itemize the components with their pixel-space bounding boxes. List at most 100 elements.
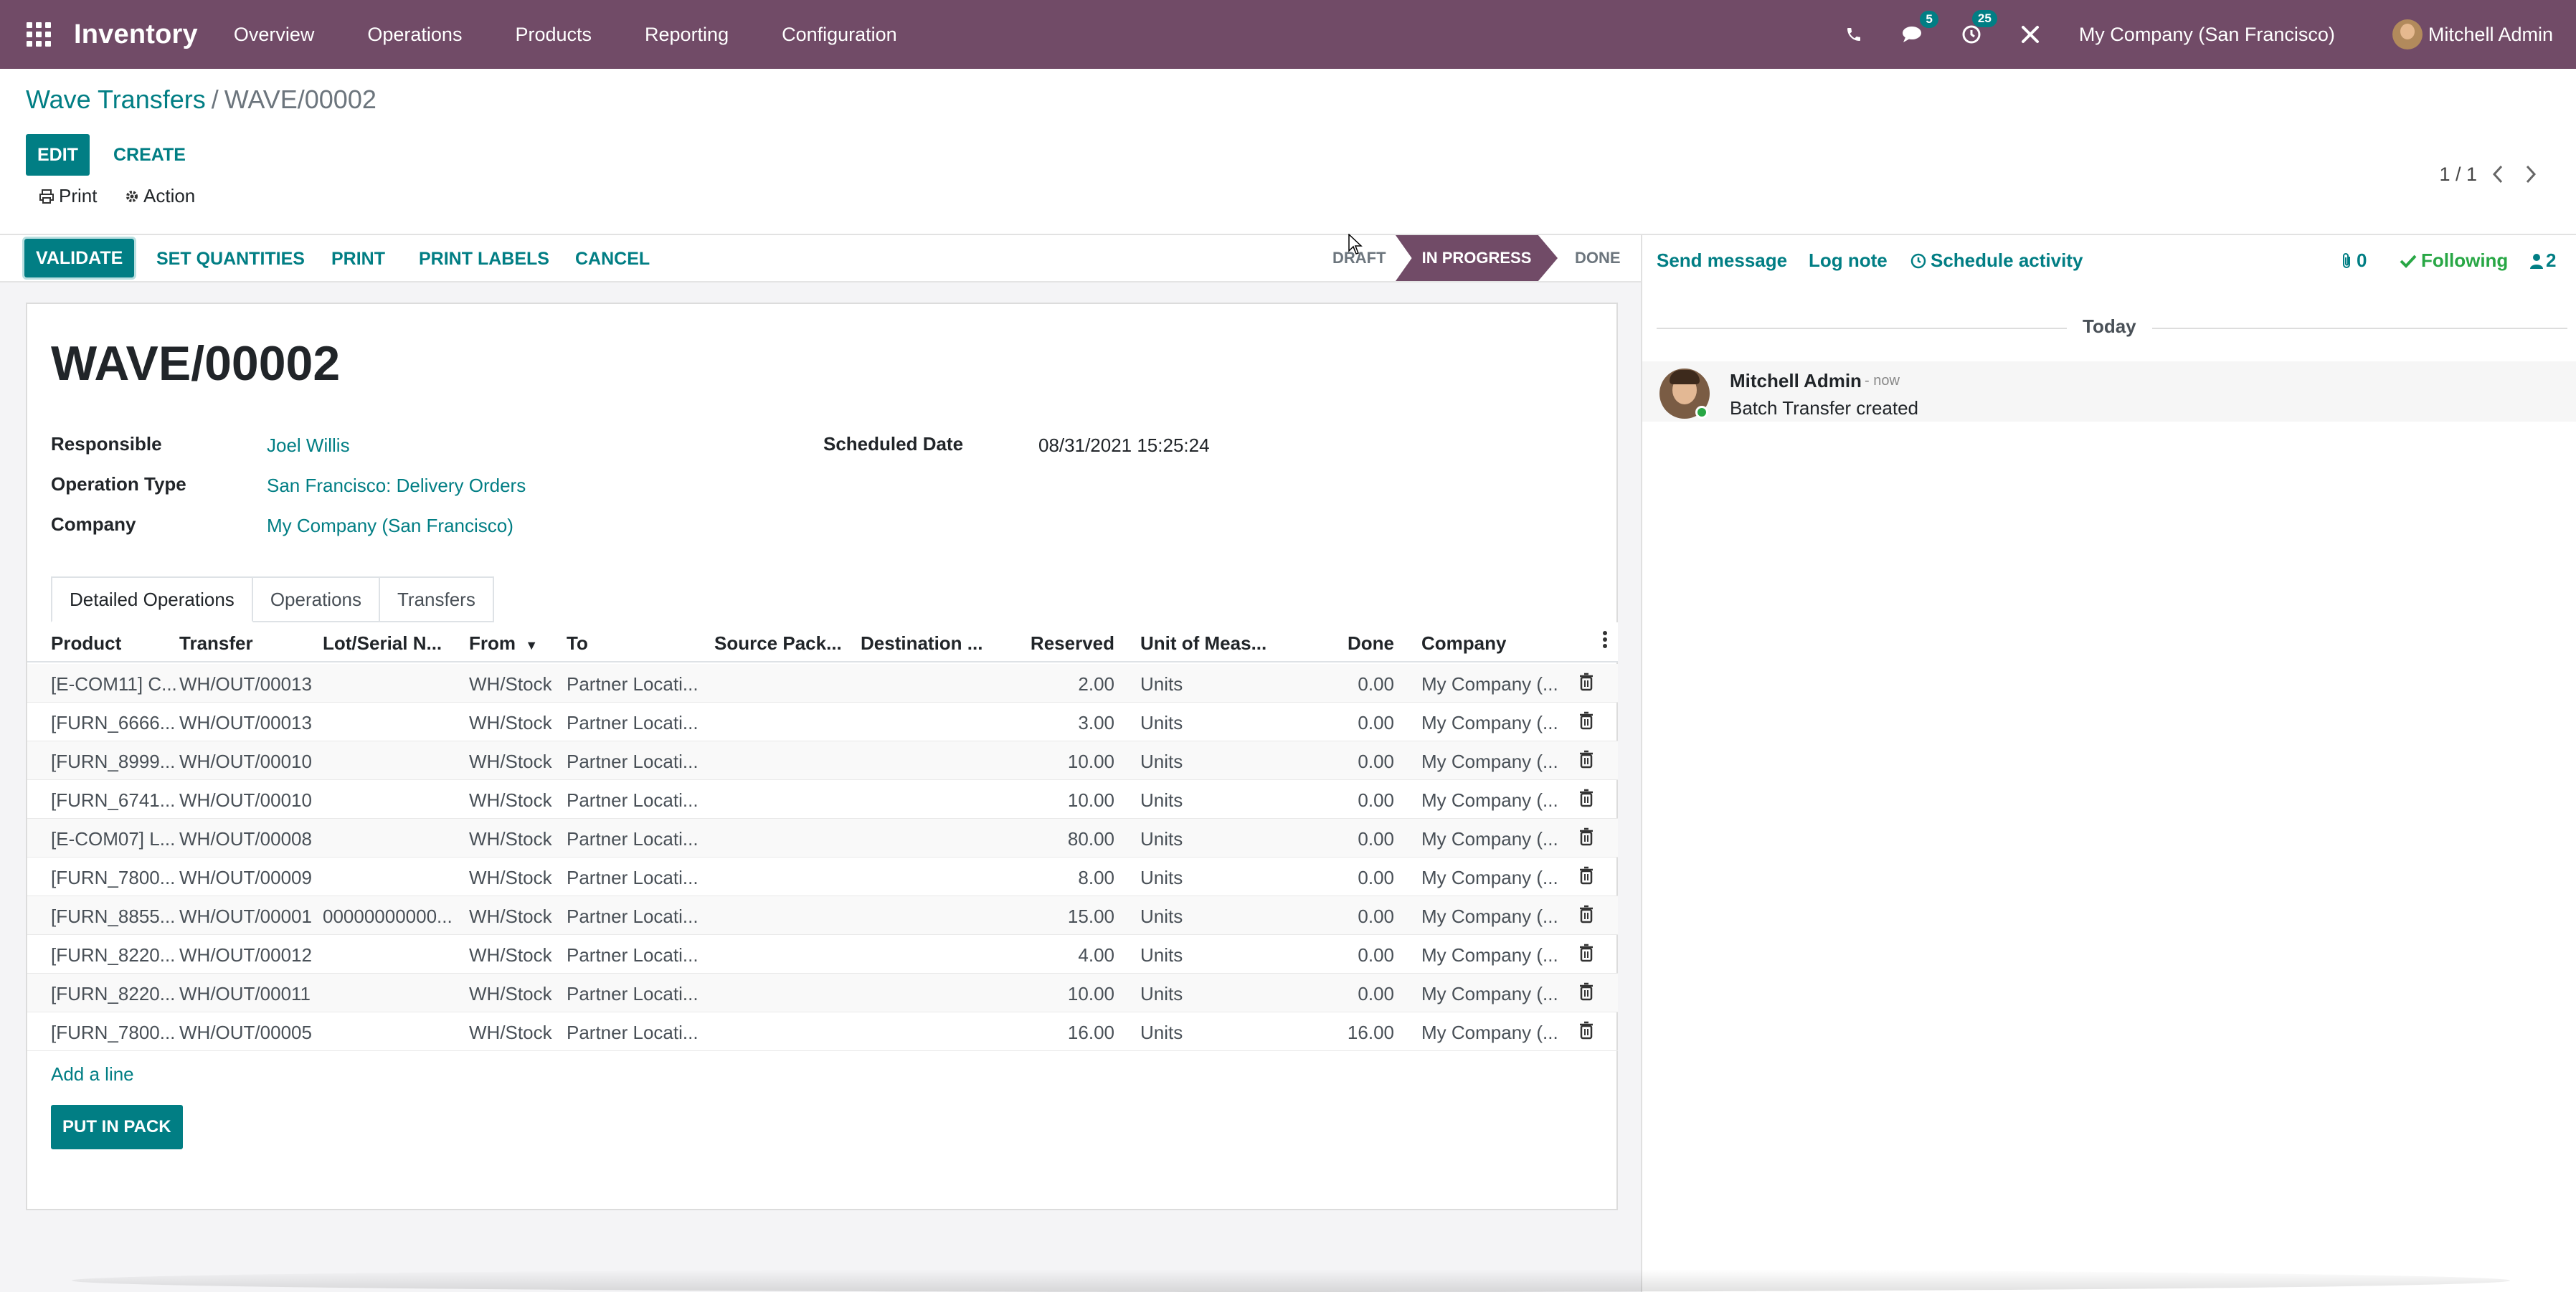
- column-uom[interactable]: Unit of Meas...: [1140, 632, 1266, 655]
- cancel-button[interactable]: CANCEL: [568, 238, 657, 280]
- trash-icon[interactable]: [1579, 750, 1594, 774]
- trash-icon[interactable]: [1579, 711, 1594, 735]
- print-dropdown[interactable]: Print: [39, 185, 97, 207]
- cell-to: Partner Locati...: [567, 673, 699, 695]
- add-line-link[interactable]: Add a line: [51, 1063, 134, 1086]
- column-done[interactable]: Done: [1304, 632, 1394, 655]
- trash-icon[interactable]: [1579, 905, 1594, 928]
- cell-transfer: WH/OUT/00001: [179, 906, 312, 927]
- message-author[interactable]: Mitchell Admin: [1730, 370, 1862, 392]
- top-navbar: Inventory Overview Operations Products R…: [0, 0, 2576, 69]
- stage-done[interactable]: DONE: [1575, 235, 1621, 281]
- column-transfer[interactable]: Transfer: [179, 632, 253, 655]
- schedule-activity-button[interactable]: Schedule activity: [1910, 250, 2083, 272]
- column-product[interactable]: Product: [51, 632, 121, 655]
- followers-button[interactable]: 2: [2530, 250, 2556, 272]
- validate-button[interactable]: VALIDATE: [22, 237, 137, 280]
- status-bar: VALIDATE SET QUANTITIES PRINT PRINT LABE…: [0, 235, 1641, 282]
- pager-next-icon[interactable]: [2523, 163, 2539, 189]
- tab-transfers[interactable]: Transfers: [380, 576, 494, 622]
- print-labels-button[interactable]: PRINT LABELS: [412, 238, 557, 280]
- cell-from: WH/Stock: [469, 1022, 552, 1043]
- trash-icon[interactable]: [1579, 789, 1594, 812]
- following-button[interactable]: Following: [2400, 250, 2508, 272]
- trash-icon[interactable]: [1579, 866, 1594, 890]
- responsible-field[interactable]: Joel Willis: [267, 434, 350, 457]
- cell-reserved: 3.00: [1078, 712, 1114, 733]
- menu-operations[interactable]: Operations: [367, 24, 462, 46]
- column-source-pack[interactable]: Source Pack...: [714, 632, 842, 655]
- cell-to: Partner Locati...: [567, 712, 699, 733]
- breadcrumb-parent[interactable]: Wave Transfers: [26, 85, 206, 114]
- menu-reporting[interactable]: Reporting: [645, 24, 729, 46]
- table-row[interactable]: [FURN_7800... WH/OUT/00005 WH/Stock Partner…: [27, 1012, 1618, 1051]
- attachments-button[interactable]: 0: [2341, 250, 2367, 272]
- action-dropdown[interactable]: Action: [125, 185, 195, 207]
- cell-company: My Company (...: [1421, 867, 1558, 888]
- table-row[interactable]: [FURN_6741... WH/OUT/00010 WH/Stock Partner…: [27, 780, 1618, 819]
- cell-product: [FURN_8220...: [51, 944, 176, 966]
- chat-icon[interactable]: 5: [1901, 11, 1938, 44]
- cell-transfer: WH/OUT/00010: [179, 751, 312, 772]
- send-message-button[interactable]: Send message: [1657, 250, 1787, 272]
- cell-from: WH/Stock: [469, 789, 552, 811]
- trash-icon[interactable]: [1579, 673, 1594, 696]
- column-from[interactable]: From ▼: [469, 632, 538, 655]
- cell-from: WH/Stock: [469, 983, 552, 1004]
- table-row[interactable]: [FURN_8999... WH/OUT/00010 WH/Stock Partner…: [27, 741, 1618, 780]
- app-brand[interactable]: Inventory: [74, 19, 198, 50]
- breadcrumb-current: WAVE/00002: [224, 85, 377, 114]
- menu-overview[interactable]: Overview: [234, 24, 315, 46]
- phone-icon[interactable]: [1845, 26, 1862, 43]
- cell-from: WH/Stock: [469, 828, 552, 850]
- trash-icon[interactable]: [1579, 944, 1594, 967]
- operation-type-field[interactable]: San Francisco: Delivery Orders: [267, 475, 526, 497]
- print-button[interactable]: PRINT: [324, 238, 392, 280]
- log-note-button[interactable]: Log note: [1809, 250, 1888, 272]
- column-to[interactable]: To: [567, 632, 588, 655]
- menu-configuration[interactable]: Configuration: [782, 24, 897, 46]
- trash-icon[interactable]: [1579, 1021, 1594, 1045]
- column-destination[interactable]: Destination ...: [861, 632, 982, 655]
- set-quantities-button[interactable]: SET QUANTITIES: [149, 238, 312, 280]
- column-reserved[interactable]: Reserved: [1003, 632, 1114, 655]
- user-menu[interactable]: Mitchell Admin: [2392, 19, 2553, 49]
- table-row[interactable]: [FURN_8855... WH/OUT/00001 00000000000... W…: [27, 896, 1618, 935]
- table-row[interactable]: [E-COM07] L... WH/OUT/00008 WH/Stock Partne…: [27, 819, 1618, 858]
- followers-count: 2: [2546, 250, 2557, 271]
- cell-uom: Units: [1140, 867, 1183, 888]
- menu-products[interactable]: Products: [515, 24, 592, 46]
- pager-value[interactable]: 1 / 1: [2439, 163, 2477, 186]
- company-field[interactable]: My Company (San Francisco): [267, 515, 513, 537]
- cell-transfer: WH/OUT/00005: [179, 1022, 312, 1043]
- trash-icon[interactable]: [1579, 827, 1594, 851]
- put-in-pack-button[interactable]: PUT IN PACK: [51, 1105, 183, 1149]
- table-row[interactable]: [E-COM11] C... WH/OUT/00013 WH/Stock Partne…: [27, 664, 1618, 703]
- table-row[interactable]: [FURN_7800... WH/OUT/00009 WH/Stock Partner…: [27, 858, 1618, 896]
- scheduled-date-field[interactable]: 08/31/2021 15:25:24: [1038, 434, 1210, 457]
- pager-previous-icon[interactable]: [2490, 163, 2506, 189]
- window-bottom-shadow: [72, 1269, 2510, 1292]
- user-icon: [2530, 253, 2543, 269]
- table-row[interactable]: [FURN_8220... WH/OUT/00012 WH/Stock Partner…: [27, 935, 1618, 974]
- column-lot[interactable]: Lot/Serial N...: [323, 632, 442, 655]
- tab-detailed-operations[interactable]: Detailed Operations: [51, 576, 253, 622]
- debug-tools-icon[interactable]: [2020, 24, 2040, 44]
- trash-icon[interactable]: [1579, 982, 1594, 1006]
- table-row[interactable]: [FURN_6666... WH/OUT/00013 WH/Stock Partner…: [27, 703, 1618, 741]
- column-company[interactable]: Company: [1421, 632, 1506, 655]
- tab-operations[interactable]: Operations: [252, 576, 380, 622]
- schedule-activity-label: Schedule activity: [1931, 250, 2083, 271]
- cell-product: [FURN_8855...: [51, 906, 176, 927]
- column-options-icon[interactable]: [1602, 630, 1608, 655]
- company-switcher[interactable]: My Company (San Francisco): [2079, 24, 2335, 46]
- create-button[interactable]: CREATE: [106, 134, 193, 176]
- table-row[interactable]: [FURN_8220... WH/OUT/00011 WH/Stock Partner…: [27, 974, 1618, 1012]
- form-view: VALIDATE SET QUANTITIES PRINT PRINT LABE…: [0, 235, 1641, 1292]
- edit-button[interactable]: EDIT: [26, 134, 90, 176]
- clock-icon[interactable]: 25: [1961, 10, 1997, 44]
- following-label: Following: [2421, 250, 2509, 271]
- apps-grid-icon[interactable]: [25, 21, 52, 48]
- cell-done: 0.00: [1358, 828, 1394, 850]
- form-sheet: WAVE/00002 Responsible Joel Willis Opera…: [26, 303, 1618, 1210]
